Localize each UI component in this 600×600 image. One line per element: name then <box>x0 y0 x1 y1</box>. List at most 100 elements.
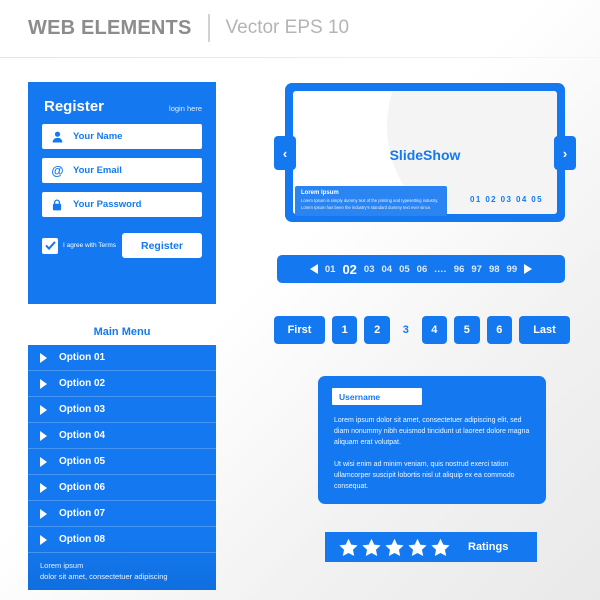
menu-item-label: Option 06 <box>59 482 106 493</box>
pagination-first-button[interactable]: First <box>274 316 325 344</box>
comment-card: Username Lorem ipsum dolor sit amet, con… <box>318 376 546 504</box>
pagination-page-2[interactable]: 2 <box>364 316 390 344</box>
menu-footer-text: Lorem ipsum dolor sit amet, consectetuer… <box>28 553 216 583</box>
arrow-right-icon <box>40 404 47 415</box>
pagination-page-4[interactable]: 4 <box>421 316 448 344</box>
page-title: WEB ELEMENTS <box>28 16 192 39</box>
slide-caption-title: Lorem Ipsum <box>301 190 339 197</box>
comment-paragraph-2: Ut wisi enim ad minim veniam, quis nostr… <box>334 460 515 490</box>
menu-footer-line2: dolor sit amet, consectetuer adipiscing <box>40 571 168 581</box>
menu-item-label: Option 07 <box>59 508 106 519</box>
menu-item-option-03[interactable]: Option 03 <box>28 397 216 423</box>
register-title: Register <box>44 98 105 115</box>
pager-page-05[interactable]: 05 <box>399 264 410 275</box>
pager-prev-button[interactable] <box>309 264 318 274</box>
ratings-bar: Ratings <box>325 532 537 562</box>
menu-item-option-01[interactable]: Option 01 <box>28 345 216 371</box>
pagination-page-1[interactable]: 1 <box>331 316 358 344</box>
pagination-page-3-current[interactable]: 3 <box>397 316 415 344</box>
arrow-right-icon <box>40 482 47 493</box>
pagination-last-label: Last <box>533 324 556 336</box>
arrow-right-icon <box>40 430 47 441</box>
pager-page-97[interactable]: 97 <box>471 264 482 275</box>
register-submit-button[interactable]: Register <box>121 233 202 258</box>
terms-checkbox[interactable] <box>42 237 58 254</box>
pagination-page-label: 5 <box>463 324 470 336</box>
menu-item-option-04[interactable]: Option 04 <box>28 423 216 449</box>
login-here-link[interactable]: login here <box>169 104 202 113</box>
chevron-right-icon: › <box>562 145 568 161</box>
pagination-page-label: 4 <box>431 324 438 336</box>
register-submit-label: Register <box>140 239 183 252</box>
register-header: Register login here <box>28 82 216 115</box>
menu-item-label: Option 08 <box>59 534 106 545</box>
menu-item-label: Option 05 <box>59 456 106 467</box>
pager-page-04[interactable]: 04 <box>382 264 393 275</box>
pagination-page-label: 6 <box>496 324 503 336</box>
username-value: Username <box>339 391 381 402</box>
terms-label: I agree with Terms <box>63 242 116 249</box>
user-icon <box>50 130 64 144</box>
slide-number-list[interactable]: 01 02 03 04 05 <box>470 195 543 204</box>
pager-page-01[interactable]: 01 <box>325 264 336 275</box>
pagination-page-6[interactable]: 6 <box>486 316 513 344</box>
menu-item-label: Option 01 <box>59 352 106 363</box>
arrow-right-icon <box>40 456 47 467</box>
name-field-placeholder: Your Name <box>73 131 123 142</box>
pager-page-98[interactable]: 98 <box>489 264 500 275</box>
svg-text:@: @ <box>51 164 63 177</box>
name-field[interactable]: Your Name <box>42 124 202 149</box>
pagination-page-5[interactable]: 5 <box>454 316 480 344</box>
pagination-last-button[interactable]: Last <box>519 316 570 344</box>
arrow-right-icon <box>40 534 47 545</box>
star-icon <box>339 538 358 556</box>
slide-caption-body: Lorem Ipsum is simply dummy text of the … <box>301 198 439 210</box>
page-subtitle: Vector EPS 10 <box>225 17 350 38</box>
arrow-right-icon <box>40 378 47 389</box>
star-icon <box>385 538 404 556</box>
chevron-left-icon: ‹ <box>282 145 288 161</box>
pager-page-03[interactable]: 03 <box>364 264 375 275</box>
comment-paragraph-1: Lorem ipsum dolor sit amet, consectetuer… <box>334 417 530 447</box>
arrow-right-icon <box>40 352 47 363</box>
pager-ellipsis: .... <box>434 263 447 275</box>
register-footer: I agree with Terms Register <box>42 233 202 258</box>
menu-item-option-07[interactable]: Option 07 <box>28 501 216 527</box>
pager-page-99[interactable]: 99 <box>507 264 518 275</box>
menu-item-option-06[interactable]: Option 06 <box>28 475 216 501</box>
email-field-placeholder: Your Email <box>73 165 122 176</box>
email-field[interactable]: @ Your Email <box>42 158 202 183</box>
arrow-right-icon <box>40 508 47 519</box>
password-field-placeholder: Your Password <box>73 199 142 210</box>
star-rating[interactable] <box>339 538 450 557</box>
header-divider <box>207 14 210 42</box>
pager-page-06[interactable]: 06 <box>417 264 428 275</box>
slideshow-prev-button[interactable]: ‹ <box>274 136 296 170</box>
menu-footer-line1: Lorem ipsum <box>40 561 84 570</box>
menu-item-label: Option 02 <box>59 378 106 389</box>
pager-bar: 01 02 03 04 05 06 .... 96 97 98 99 <box>277 255 565 283</box>
slideshow-widget: SlideShow 01 02 03 04 05 Lorem Ipsum Lor… <box>274 83 576 222</box>
pagination-bar: First 1 2 3 4 5 6 Last <box>274 316 570 344</box>
menu-item-option-05[interactable]: Option 05 <box>28 449 216 475</box>
pager-page-96[interactable]: 96 <box>454 264 465 275</box>
slide-caption: Lorem Ipsum Lorem Ipsum is simply dummy … <box>295 186 447 216</box>
slideshow-next-button[interactable]: › <box>554 136 576 170</box>
at-sign-icon: @ <box>50 164 64 178</box>
password-field[interactable]: Your Password <box>42 192 202 217</box>
menu-item-option-08[interactable]: Option 08 <box>28 527 216 553</box>
main-menu-title: Main Menu <box>93 326 151 338</box>
pager-page-02[interactable]: 02 <box>342 262 356 277</box>
pagination-first-label: First <box>287 324 312 336</box>
register-panel: Register login here Your Name @ Your Ema… <box>28 82 216 304</box>
check-icon <box>44 241 56 250</box>
username-input[interactable]: Username <box>332 388 422 405</box>
menu-item-label: Option 03 <box>59 404 106 415</box>
star-icon <box>362 538 381 556</box>
slideshow-title: SlideShow <box>389 147 461 163</box>
header-rule <box>0 57 600 58</box>
menu-item-option-02[interactable]: Option 02 <box>28 371 216 397</box>
page-header: WEB ELEMENTS Vector EPS 10 <box>28 14 349 42</box>
pagination-page-label: 1 <box>341 324 348 336</box>
pager-next-button[interactable] <box>524 264 533 274</box>
